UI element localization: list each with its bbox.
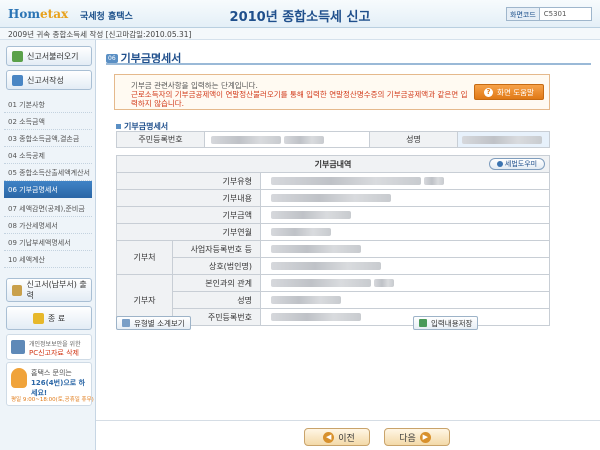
play-icon <box>496 161 503 167</box>
business-number-label: 사업자등록번호 등 <box>172 240 261 258</box>
id-number-label: 주민등록번호 <box>116 131 205 148</box>
notice-warning: 근로소득자의 기부금공제액이 연말정산불러오기를 통해 입력한 연말정산명수증의… <box>131 90 468 108</box>
plus-icon <box>419 319 427 327</box>
exit-icon <box>32 312 44 324</box>
list-icon <box>122 319 130 327</box>
printer-icon <box>12 284 23 296</box>
sidebar-item-tax-reduction[interactable]: 07 세액감면(공제),준비금 <box>4 200 92 217</box>
contact-info: 홈택스 문의는 126(4번)으로 하세요! 평일 9:00~18:00(토,공… <box>6 362 94 406</box>
sidebar-item-prepaid[interactable]: 09 기납부세액명세서 <box>4 234 92 251</box>
donation-content-label: 기부내용 <box>116 189 261 207</box>
load-icon <box>12 50 23 62</box>
taxpayer-info-table: 주민등록번호 성명 <box>116 131 550 148</box>
donor-name-value[interactable] <box>260 291 550 309</box>
sidebar-item-tax-final[interactable]: 10 세액계산 <box>4 251 92 268</box>
relation-label: 본인과의 관계 <box>172 274 261 292</box>
tax-law-help-button[interactable]: 세법도우미 <box>489 158 545 170</box>
business-number-value[interactable] <box>260 240 550 258</box>
chevron-left-icon: ◀ <box>323 431 335 443</box>
id-number-value <box>204 131 370 148</box>
relation-value[interactable] <box>260 274 550 292</box>
exit-button[interactable]: 종 료 <box>6 306 92 330</box>
donor-id-value[interactable] <box>260 308 550 326</box>
donation-content-value[interactable] <box>260 189 550 207</box>
donation-type-value[interactable] <box>260 172 550 190</box>
company-name-value[interactable] <box>260 257 550 275</box>
sidebar-item-penalty[interactable]: 08 가산세명세서 <box>4 217 92 234</box>
screen-code-value: C5301 <box>543 10 567 18</box>
sidebar-item-income[interactable]: 02 소득금액 <box>4 113 92 130</box>
donation-type-label: 기부유형 <box>116 172 261 190</box>
hometax-logo[interactable]: Hometax <box>8 3 74 25</box>
top-header: Hometax 국세청 홈택스 2010년 종합소득세 신고 화면코드 C530… <box>0 0 600 28</box>
sidebar-item-basic[interactable]: 01 기본사항 <box>4 96 92 113</box>
screen-code-box: 화면코드 C5301 <box>506 7 592 21</box>
recipient-group-label: 기부처 <box>116 240 173 275</box>
write-return-button[interactable]: 신고서작성 <box>6 70 92 90</box>
print-return-button[interactable]: 신고서(납부서) 출력 <box>6 278 92 302</box>
company-name-label: 상호(법인명) <box>172 257 261 275</box>
name-value <box>457 131 550 148</box>
sidebar-item-tax-calc[interactable]: 05 종합소득산출세액계산서 <box>4 164 92 181</box>
save-input-button[interactable]: 입력내용저장 <box>413 316 479 330</box>
sidebar: 신고서불러오기 신고서작성 01 기본사항 02 소득금액 03 종합소득금액,… <box>0 40 96 450</box>
sidebar-item-deduction[interactable]: 04 소득공제 <box>4 147 92 164</box>
brand-name: 국세청 홈택스 <box>80 12 133 22</box>
computer-icon <box>11 340 25 354</box>
donation-date-label: 기부연월 <box>116 223 261 241</box>
type-subtotal-button[interactable]: 유형별 소계보기 <box>116 316 191 330</box>
donation-detail-table: 기부금내역 세법도우미 기부유형 기부내용 기부금액 기부연월 기부처 사업자등… <box>116 155 550 326</box>
subheader: 2009년 귀속 종합소득세 작성 [신고마감일:2010.05.31] <box>0 28 600 40</box>
next-button[interactable]: 다음 ▶ <box>384 428 450 446</box>
sidebar-item-donation[interactable]: 06 기부금명세서 <box>4 181 92 198</box>
sidebar-item-total-income[interactable]: 03 종합소득금액,결손금 <box>4 130 92 147</box>
mascot-icon <box>11 368 27 388</box>
question-icon: ? <box>484 87 494 97</box>
screen-code-label: 화면코드 <box>507 8 540 20</box>
document-icon <box>12 74 23 86</box>
donation-amount-label: 기부금액 <box>116 206 261 224</box>
filing-info: 2009년 귀속 종합소득세 작성 [신고마감일:2010.05.31] <box>8 30 192 39</box>
title-divider <box>106 63 591 65</box>
chevron-right-icon: ▶ <box>419 431 431 443</box>
donation-date-value[interactable] <box>260 223 550 241</box>
footer-divider <box>96 420 600 421</box>
pc-data-delete-button[interactable]: 개인정보보안을 위한 PC신고자료 삭제 <box>6 334 92 360</box>
prev-button[interactable]: ◀ 이전 <box>304 428 370 446</box>
screen-help-button[interactable]: ? 화면 도움말 <box>474 84 544 100</box>
donation-amount-value[interactable] <box>260 206 550 224</box>
donor-name-label: 성명 <box>172 291 261 309</box>
load-return-button[interactable]: 신고서불러오기 <box>6 46 92 66</box>
name-label: 성명 <box>369 131 458 148</box>
donation-detail-caption: 기부금내역 세법도우미 <box>116 155 550 173</box>
